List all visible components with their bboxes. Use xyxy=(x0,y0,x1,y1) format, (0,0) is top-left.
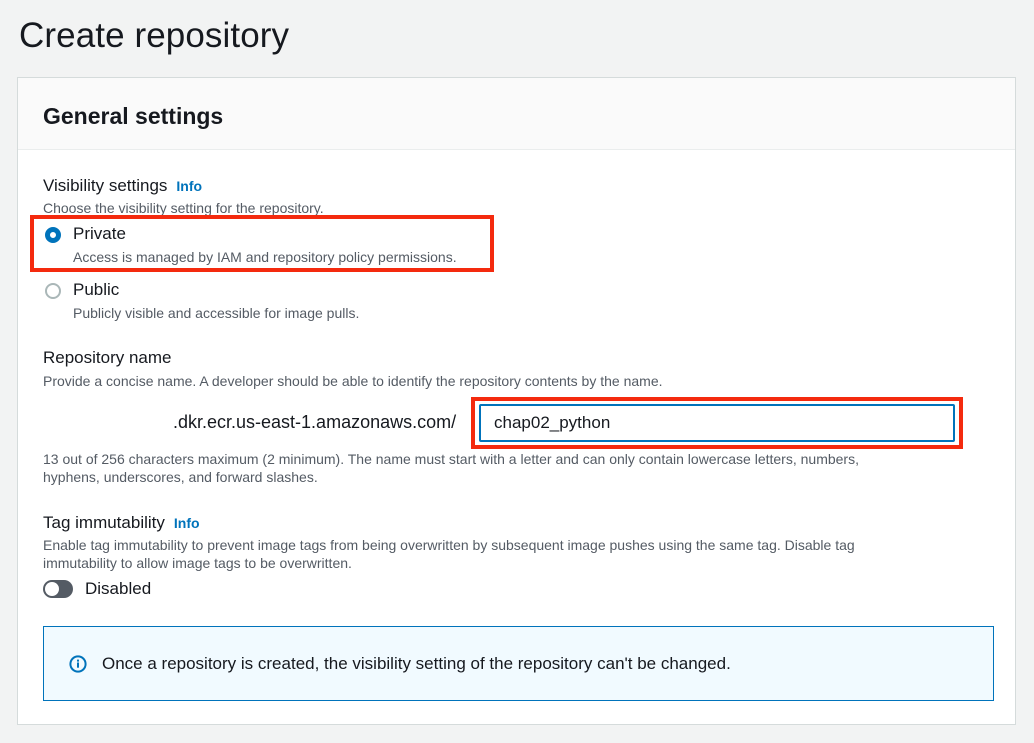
public-radio[interactable] xyxy=(45,283,61,299)
page-title: Create repository xyxy=(19,16,290,55)
repository-name-constraint-line2: hyphens, underscores, and forward slashe… xyxy=(43,469,318,485)
tag-immutability-info-link[interactable]: Info xyxy=(174,515,200,531)
repository-name-constraint: 13 out of 256 characters maximum (2 mini… xyxy=(43,450,859,486)
repository-name-constraint-line1: 13 out of 256 characters maximum (2 mini… xyxy=(43,451,859,467)
tag-immutability-description-line2: immutability to allow image tags to be o… xyxy=(43,555,352,571)
tag-immutability-label-text: Tag immutability xyxy=(43,513,165,532)
tag-immutability-description: Enable tag immutability to prevent image… xyxy=(43,536,855,572)
private-radio-description: Access is managed by IAM and repository … xyxy=(73,249,457,265)
repository-uri-prefix: .dkr.ecr.us-east-1.amazonaws.com/ xyxy=(173,412,457,432)
panel-title: General settings xyxy=(43,103,224,129)
visibility-settings-label-text: Visibility settings xyxy=(43,176,168,195)
tag-immutability-description-line1: Enable tag immutability to prevent image… xyxy=(43,537,855,553)
private-radio-label[interactable]: Private xyxy=(73,223,126,245)
tag-immutability-label: Tag immutability Info xyxy=(43,512,200,534)
private-radio[interactable] xyxy=(45,227,61,243)
repository-name-input[interactable] xyxy=(479,404,955,442)
tag-immutability-toggle[interactable] xyxy=(43,580,73,598)
repository-name-description: Provide a concise name. A developer shou… xyxy=(43,373,663,389)
repository-name-label: Repository name xyxy=(43,348,172,367)
alert-text: Once a repository is created, the visibi… xyxy=(102,654,731,673)
tag-immutability-toggle-label: Disabled xyxy=(85,579,152,598)
public-radio-label[interactable]: Public xyxy=(73,279,119,301)
visibility-settings-label: Visibility settings Info xyxy=(43,175,202,197)
visibility-info-alert: Once a repository is created, the visibi… xyxy=(43,626,994,701)
general-settings-panel: General settings Visibility settings Info… xyxy=(17,77,1016,725)
public-radio-description: Publicly visible and accessible for imag… xyxy=(73,305,360,321)
info-circle-icon xyxy=(69,655,87,673)
toggle-knob xyxy=(45,582,59,596)
visibility-info-link[interactable]: Info xyxy=(176,178,202,194)
panel-header: General settings xyxy=(18,78,1015,150)
